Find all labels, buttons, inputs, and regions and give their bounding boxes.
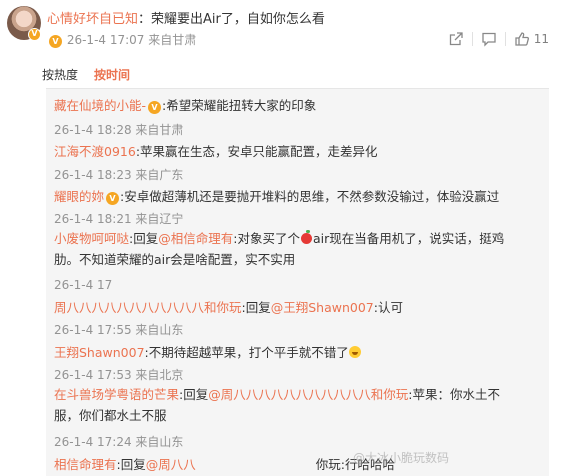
reply-list: 藏在仙境的小能- V:希望荣耀能扭转大家的印象 26-1-4 18:28 来自甘肃…	[46, 88, 549, 476]
reply-word: :回复	[241, 300, 271, 315]
reply-item: 江海不渡0916:苹果赢在生态，安卓只能赢配置，走差异化	[54, 141, 378, 160]
post-author[interactable]: 心情好坏自已知	[47, 12, 138, 27]
reply-text: :不期待超越苹果，打个平手就不错了	[144, 345, 349, 360]
reply-author[interactable]: 王翔Shawn007	[54, 345, 145, 360]
reply-mention[interactable]: @王翔Shawn007	[271, 300, 374, 315]
reply-item: 耀眼的妳 V:安卓做超薄机还是要抛开堆料的思维，不然参数没输过，体验没赢过	[54, 186, 499, 205]
reply-item: 藏在仙境的小能- V:希望荣耀能扭转大家的印象	[54, 95, 316, 114]
reply-item: 王翔Shawn007:不期待超越苹果，打个平手就不错了	[54, 342, 361, 361]
verified-small-icon: V	[148, 101, 162, 114]
reply-mention[interactable]: @相信命理有	[158, 231, 233, 246]
reply-author[interactable]: 江海不渡0916	[54, 144, 136, 159]
reply-author[interactable]: 小废物呵呵哒	[54, 231, 129, 246]
reply-author[interactable]: 耀眼的妳	[54, 189, 104, 204]
reply-text: :希望荣耀能扭转大家的印象	[162, 98, 317, 113]
reply-meta: 26-1-4 17:55 来自山东	[54, 323, 184, 337]
reply-word: :回复	[179, 387, 209, 402]
reply-item: 相信命理有:回复@周八八 你玩:行哈哈哈	[54, 454, 395, 473]
laugh-emoji-icon	[348, 346, 361, 358]
post-content: 心情好坏自已知：荣耀要出Air了，自如你怎么看	[47, 8, 325, 27]
reply-meta: 26-1-4 18:23 来自广东	[54, 168, 184, 182]
post-location: 来自甘肃	[148, 33, 197, 47]
thumbs-up-icon[interactable]	[514, 31, 530, 47]
reply-text: 服，你们都水土不服	[54, 408, 167, 423]
reply-author[interactable]: 在斗兽场学粤语的芒果	[54, 387, 179, 402]
reply-meta: 26-1-4 17:24 来自山东	[54, 435, 184, 449]
reply-item: 周八八八八八八八八八八八和你玩:回复@王翔Shawn007:认可	[54, 297, 403, 316]
sort-by-time-tab[interactable]: 按时间	[94, 66, 130, 83]
divider	[504, 32, 506, 46]
reply-mention[interactable]: @周八八八八八八八八八八八和你玩	[208, 387, 408, 402]
comment-icon[interactable]	[481, 31, 497, 47]
reply-text: :认可	[373, 300, 403, 315]
reply-meta: 26-1-4 17:53 来自北京	[54, 368, 184, 382]
share-icon[interactable]	[448, 31, 464, 47]
reply-text: :苹果：你水土不	[408, 387, 500, 402]
reply-text: :对象买了个	[233, 231, 300, 246]
reply-meta: 26-1-4 18:21 来自辽宁	[54, 212, 184, 226]
verified-small-icon: V	[106, 192, 120, 205]
like-count: 11	[533, 32, 549, 46]
reply-text: :安卓做超薄机还是要抛开堆料的思维，不然参数没输过，体验没赢过	[120, 189, 500, 204]
watermark: @大冰小脆玩数码	[353, 451, 450, 465]
reply-meta: 26-1-4 18:28 来自甘肃	[54, 123, 184, 137]
reply-author[interactable]: 周八八八八八八八八八八八和你玩	[54, 300, 242, 315]
reply-text: air现在当备用机了，说实话，挺鸡	[312, 231, 505, 246]
divider	[471, 32, 473, 46]
reply-mention[interactable]: @周八八	[146, 457, 196, 472]
reply-text: 肋。不知道荣耀的air会是啥配置，实不实用	[54, 252, 296, 267]
reply-word: :回复	[129, 231, 159, 246]
sort-by-heat-tab[interactable]: 按热度	[42, 66, 78, 83]
reply-item: 在斗兽场学粤语的芒果:回复@周八八八八八八八八八八八和你玩:苹果：你水土不服，你…	[54, 384, 542, 426]
post-text: 荣耀要出Air了，自如你怎么看	[151, 12, 325, 27]
post-separator: ：	[138, 12, 152, 27]
verified-badge-icon: V	[28, 28, 41, 41]
verified-small-icon: V	[49, 35, 62, 48]
reply-author[interactable]: 相信命理有	[54, 457, 117, 472]
apple-emoji-icon	[300, 230, 312, 244]
post-meta: V 26-1-4 17:07 来自甘肃	[47, 31, 196, 48]
reply-author[interactable]: 藏在仙境的小能-	[54, 98, 146, 113]
reply-text: :苹果赢在生态，安卓只能赢配置，走差异化	[135, 144, 378, 159]
reply-item: 小废物呵呵哒:回复@相信命理有:对象买了个 air现在当备用机了，说实话，挺鸡肋。…	[54, 228, 542, 270]
reply-word: :回复	[116, 457, 146, 472]
post-time: 26-1-4 17:07	[66, 33, 145, 47]
post-actions: 11	[448, 31, 549, 47]
reply-meta: 26-1-4 17	[54, 278, 113, 292]
sort-tabs: 按热度 按时间	[42, 66, 130, 83]
